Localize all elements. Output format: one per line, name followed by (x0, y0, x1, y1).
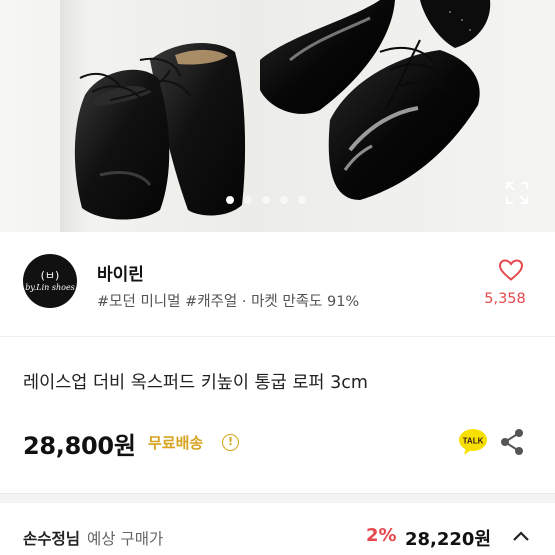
pagination-dot[interactable] (226, 196, 234, 204)
seller-tags: #모던 미니멀 #캐주얼 · 마켓 만족도 91% (97, 294, 360, 310)
section-divider (0, 336, 555, 337)
share-icon[interactable] (499, 428, 525, 456)
free-shipping-badge: 무료배송 (148, 434, 204, 452)
discount-rate: 2% (366, 525, 397, 546)
pagination-dot[interactable] (298, 196, 306, 204)
gallery-pagination (226, 196, 306, 204)
like-count: 5,358 (484, 291, 526, 307)
seller-avatar-mark: (ㅂ) (40, 269, 60, 282)
product-title: 레이스업 더비 옥스퍼드 키높이 통굽 로퍼 3cm (23, 373, 368, 393)
kakao-talk-button[interactable]: TALK (458, 428, 488, 456)
chevron-up-icon[interactable] (512, 530, 530, 542)
seller-avatar-brand: by.Lin shoes (25, 283, 75, 292)
info-icon[interactable]: ! (222, 434, 239, 451)
heart-outline-icon[interactable] (498, 258, 524, 282)
product-image-gallery[interactable] (0, 0, 555, 232)
section-gap (0, 493, 555, 503)
expected-price: 28,220원 (405, 529, 492, 550)
buyer-name: 손수정님 (23, 530, 81, 548)
expected-price-label: 손수정님 예상 구매가 (23, 527, 163, 549)
expand-arrows-icon[interactable] (504, 180, 530, 206)
pagination-dot[interactable] (280, 196, 288, 204)
expected-price-caption: 예상 구매가 (86, 530, 164, 548)
seller-name[interactable]: 바이린 (97, 260, 144, 285)
talk-label: TALK (463, 437, 484, 446)
seller-avatar[interactable]: (ㅂ) by.Lin shoes (23, 254, 77, 308)
pagination-dot[interactable] (244, 196, 252, 204)
pagination-dot[interactable] (262, 196, 270, 204)
product-price: 28,800원 (23, 432, 136, 460)
